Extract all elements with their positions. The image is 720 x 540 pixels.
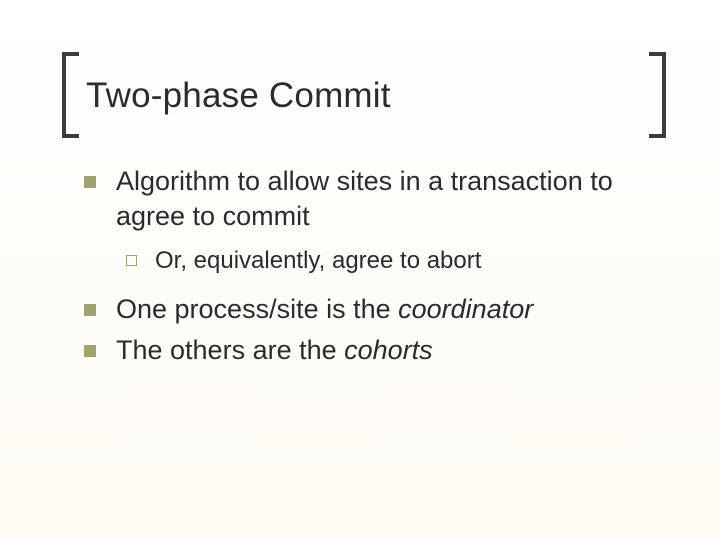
bullet-3: The others are the cohorts bbox=[84, 333, 666, 368]
bullet-3-text: The others are the cohorts bbox=[116, 333, 433, 368]
bullet-2-pre: One process/site is the bbox=[116, 294, 398, 324]
title-bracket-right bbox=[649, 52, 666, 138]
square-bullet-icon bbox=[84, 304, 96, 316]
bullet-2-em: coordinator bbox=[398, 294, 533, 324]
bullet-2: One process/site is the coordinator bbox=[84, 292, 666, 327]
hollow-square-bullet-icon bbox=[126, 255, 137, 266]
bullet-1-sub: Or, equivalently, agree to abort bbox=[126, 245, 666, 276]
slide-title: Two-phase Commit bbox=[86, 76, 391, 116]
bullet-3-pre: The others are the bbox=[116, 335, 344, 365]
bullet-1-sub-text: Or, equivalently, agree to abort bbox=[155, 245, 481, 276]
slide-body: Algorithm to allow sites in a transactio… bbox=[84, 164, 666, 373]
square-bullet-icon bbox=[84, 176, 96, 188]
bullet-1: Algorithm to allow sites in a transactio… bbox=[84, 164, 666, 233]
bullet-2-text: One process/site is the coordinator bbox=[116, 292, 533, 327]
bullet-3-em: cohorts bbox=[344, 335, 433, 365]
bullet-1-text: Algorithm to allow sites in a transactio… bbox=[116, 164, 666, 233]
title-bracket-left bbox=[62, 52, 79, 138]
square-bullet-icon bbox=[84, 345, 96, 357]
